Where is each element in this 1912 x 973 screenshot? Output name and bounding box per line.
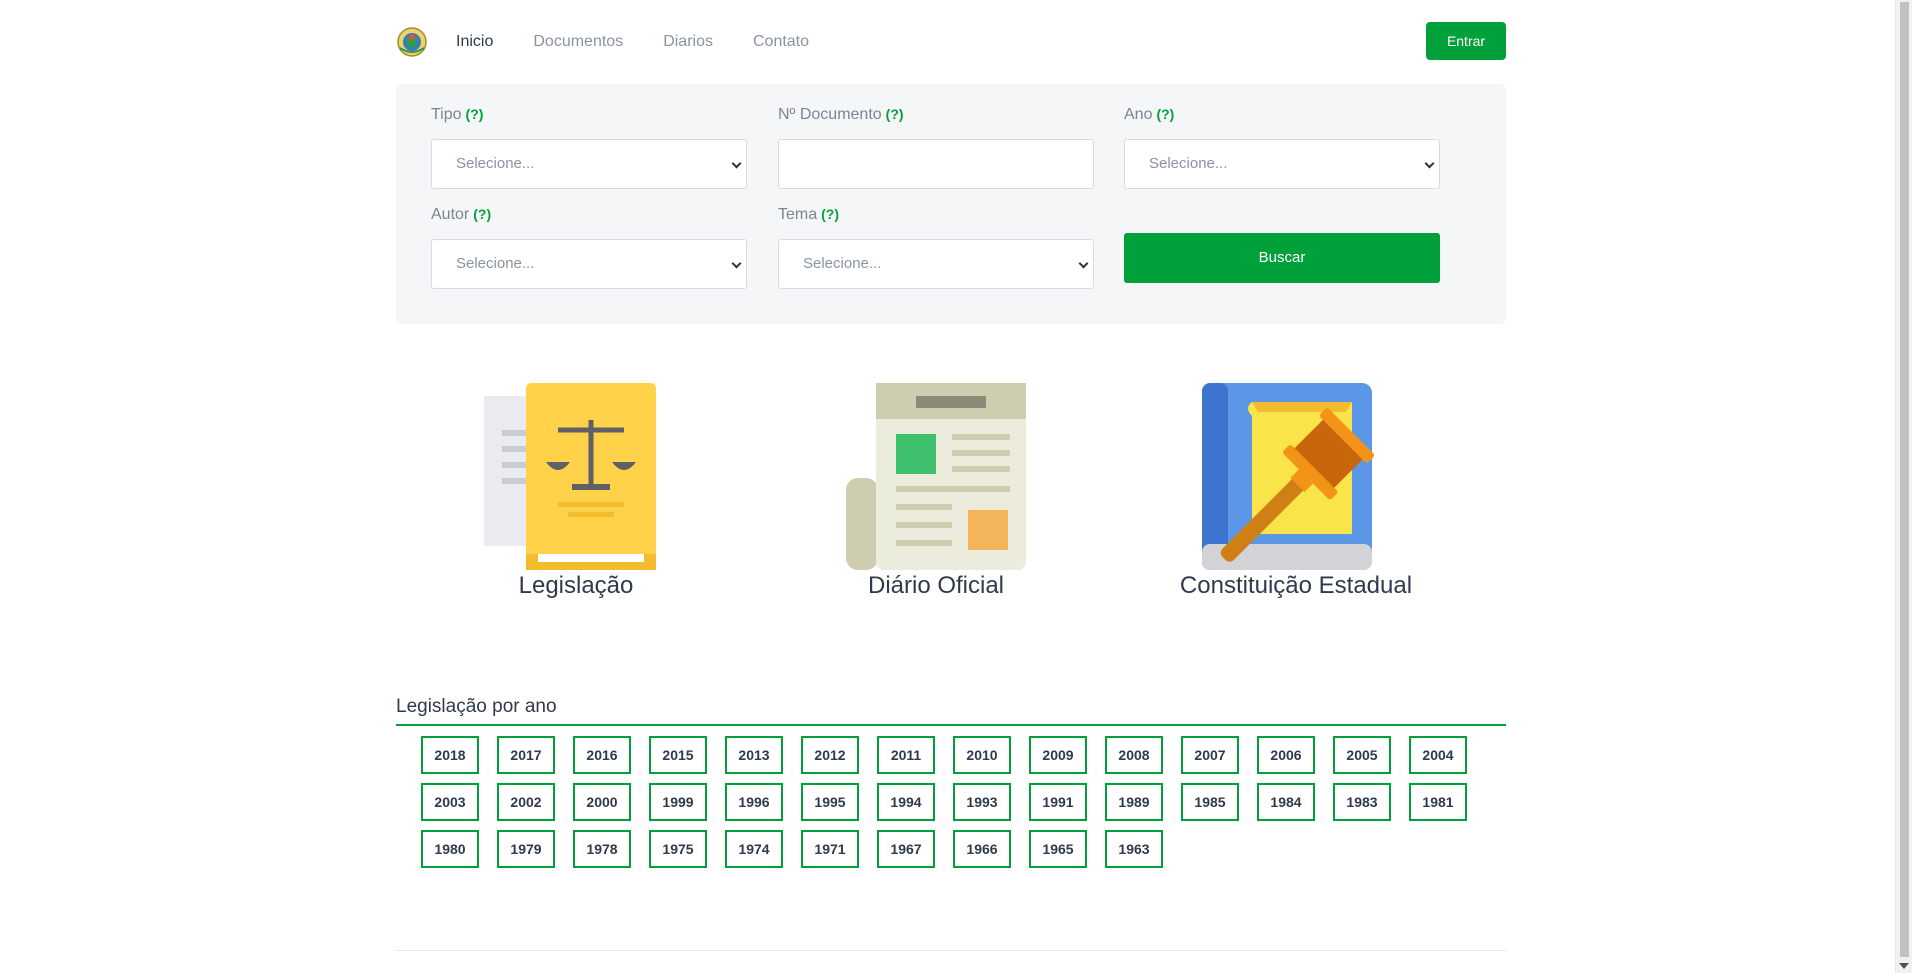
year-button[interactable]: 2009 [1029,736,1087,774]
autor-field: Autor (?) Selecione... [431,206,747,289]
page-scrollbar[interactable] [1895,0,1912,973]
card-title-constituicao: Constituição Estadual [1179,572,1413,599]
year-button[interactable]: 1971 [801,830,859,868]
year-button[interactable]: 1981 [1409,783,1467,821]
chevron-down-icon [731,158,742,169]
documento-label: Nº Documento (?) [778,106,904,123]
year-button[interactable]: 1989 [1105,783,1163,821]
year-button[interactable]: 2007 [1181,736,1239,774]
nav-link-inicio[interactable]: Inicio [456,33,493,51]
year-button[interactable]: 2004 [1409,736,1467,774]
card-title-legislacao: Legislação [518,572,634,599]
ano-select[interactable]: Selecione... [1124,139,1440,189]
year-button[interactable]: 1983 [1333,783,1391,821]
year-button[interactable]: 1999 [649,783,707,821]
year-button[interactable]: 1980 [421,830,479,868]
navbar: Inicio Documentos Diarios Contato Entrar [396,20,1506,64]
ano-label: Ano (?) [1124,106,1175,123]
nav-links: Inicio Documentos Diarios Contato [456,33,849,51]
tipo-select[interactable]: Selecione... [431,139,747,189]
year-button[interactable]: 1978 [573,830,631,868]
year-button[interactable]: 1963 [1105,830,1163,868]
tema-field: Tema (?) Selecione... [778,206,1094,289]
year-button[interactable]: 2018 [421,736,479,774]
years-section-title: Legislação por ano [396,696,1506,726]
year-button[interactable]: 2006 [1257,736,1315,774]
year-button[interactable]: 2011 [877,736,935,774]
year-button[interactable]: 1993 [953,783,1011,821]
autor-label: Autor (?) [431,206,492,223]
year-button[interactable]: 1991 [1029,783,1087,821]
ano-help-link[interactable]: (?) [1156,106,1174,122]
year-button[interactable]: 1996 [725,783,783,821]
year-button[interactable]: 1974 [725,830,783,868]
year-button[interactable]: 2005 [1333,736,1391,774]
footer-divider [396,950,1506,951]
scrollbar-thumb[interactable] [1900,2,1909,957]
year-button[interactable]: 2008 [1105,736,1163,774]
gavel-book-icon [1166,380,1426,570]
year-button[interactable]: 1967 [877,830,935,868]
year-button[interactable]: 1979 [497,830,555,868]
year-grid: 2018 2017 2016 2015 2013 2012 2011 2010 2009 2008… [396,726,1506,877]
card-constituicao-estadual[interactable]: Constituição Estadual [1166,380,1426,600]
chevron-down-icon [1078,258,1089,269]
year-button[interactable]: 1995 [801,783,859,821]
newspaper-icon [806,380,1066,570]
year-button[interactable]: 2015 [649,736,707,774]
nav-link-documentos[interactable]: Documentos [533,33,623,51]
year-button[interactable]: 2017 [497,736,555,774]
documento-help-link[interactable]: (?) [886,106,904,122]
year-button[interactable]: 1984 [1257,783,1315,821]
year-button[interactable]: 1965 [1029,830,1087,868]
chevron-down-icon [1424,158,1435,169]
year-button[interactable]: 2002 [497,783,555,821]
year-button[interactable]: 1966 [953,830,1011,868]
tipo-label: Tipo (?) [431,106,484,123]
card-title-diario-oficial: Diário Oficial [867,572,1005,599]
search-button[interactable]: Buscar [1124,233,1440,283]
year-button[interactable]: 2000 [573,783,631,821]
documento-field: Nº Documento (?) [778,106,1094,189]
coat-of-arms-logo-icon[interactable] [396,26,428,58]
year-button[interactable]: 1975 [649,830,707,868]
document-number-input[interactable] [778,139,1094,189]
year-button[interactable]: 2012 [801,736,859,774]
tema-help-link[interactable]: (?) [821,206,839,222]
year-button[interactable]: 2010 [953,736,1011,774]
nav-link-contato[interactable]: Contato [753,33,809,51]
year-button[interactable]: 2003 [421,783,479,821]
ano-field: Ano (?) Selecione... [1124,106,1440,189]
chevron-down-icon [731,258,742,269]
years-section: Legislação por ano 2018 2017 2016 2015 2013 2… [396,696,1506,877]
year-button[interactable]: 1985 [1181,783,1239,821]
autor-help-link[interactable]: (?) [473,206,491,222]
tipo-field: Tipo (?) Selecione... [431,106,747,189]
tipo-help-link[interactable]: (?) [466,106,484,122]
search-panel: Tipo (?) Selecione... Nº Documento (?) Ano… [396,84,1506,324]
year-button[interactable]: 1994 [877,783,935,821]
year-button[interactable]: 2016 [573,736,631,774]
year-button[interactable]: 2013 [725,736,783,774]
legislation-scales-icon [446,380,706,570]
tema-label: Tema (?) [778,206,840,223]
login-button[interactable]: Entrar [1426,22,1506,60]
autor-select[interactable]: Selecione... [431,239,747,289]
tema-select[interactable]: Selecione... [778,239,1094,289]
card-diario-oficial[interactable]: Diário Oficial [806,380,1066,600]
card-legislacao[interactable]: Legislação [446,380,706,600]
scroll-down-arrow-icon[interactable] [1899,963,1909,969]
nav-link-diarios[interactable]: Diarios [663,33,713,51]
